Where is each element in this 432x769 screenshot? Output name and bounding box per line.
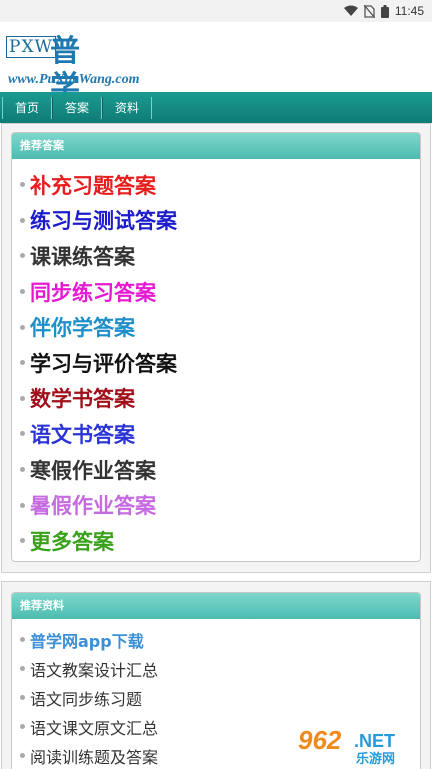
- list-item[interactable]: 寒假作业答案: [12, 452, 420, 488]
- logo-badge: PXW: [6, 36, 57, 58]
- list-item[interactable]: 同步练习答案: [12, 274, 420, 310]
- answers-list: 补充习题答案 练习与测试答案 课课练答案同步练习答案 伴你学答案学习与评价答案 数学书答…: [12, 159, 420, 559]
- bullet-icon: [20, 637, 25, 642]
- list-item-link[interactable]: 普学网app下载: [30, 628, 144, 652]
- bullet-icon: [20, 502, 25, 508]
- answers-panel: 推荐答案 补充习题答案 练习与测试答案 课课练答案同步练习答案 伴你学答案学习与评价答…: [1, 123, 431, 573]
- answers-title: 推荐答案: [12, 133, 420, 159]
- list-item[interactable]: 练习与测试答案: [12, 203, 420, 239]
- watermark-logo: 962 .NET 乐游网: [298, 725, 395, 765]
- battery-icon: [380, 4, 389, 18]
- answers-box: 推荐答案 补充习题答案 练习与测试答案 课课练答案同步练习答案 伴你学答案学习与评价答…: [11, 132, 421, 562]
- watermark-net: .NET: [354, 731, 395, 751]
- list-item-link[interactable]: 伴你学答案: [30, 312, 135, 342]
- bullet-icon: [20, 360, 25, 366]
- list-item-link[interactable]: 补充习题答案: [30, 170, 156, 200]
- bullet-icon: [20, 182, 25, 188]
- resources-title: 推荐资料: [12, 593, 420, 619]
- bullet-icon: [20, 753, 25, 758]
- list-item-link[interactable]: 寒假作业答案: [30, 455, 156, 485]
- list-item[interactable]: 暑假作业答案: [12, 487, 420, 523]
- list-item-link[interactable]: 课课练答案: [30, 241, 135, 271]
- wifi-icon: [343, 5, 358, 16]
- bullet-icon: [20, 467, 25, 473]
- list-item-link[interactable]: 暑假作业答案: [30, 490, 156, 520]
- list-item[interactable]: 学习与评价答案: [12, 345, 420, 381]
- no-sim-icon: [363, 4, 375, 18]
- list-item-link[interactable]: 学习与评价答案: [30, 348, 177, 378]
- list-item[interactable]: 普学网app下载: [12, 625, 420, 654]
- list-item-link[interactable]: 同步练习答案: [30, 277, 156, 307]
- bullet-icon: [20, 666, 25, 671]
- list-item-link[interactable]: 语文同步练习题: [30, 686, 142, 710]
- bullet-icon: [20, 695, 25, 700]
- list-item-link[interactable]: 语文课文原文汇总: [30, 715, 158, 739]
- list-item-link[interactable]: 更多答案: [30, 526, 114, 556]
- status-bar: 11:45: [0, 0, 432, 22]
- list-item-link[interactable]: 数学书答案: [30, 383, 135, 413]
- nav-item-home[interactable]: 首页: [2, 96, 53, 119]
- watermark-cn: 乐游网: [356, 751, 395, 765]
- bullet-icon: [20, 431, 25, 437]
- watermark-number: 962: [298, 725, 342, 755]
- list-item-link[interactable]: 语文书答案: [30, 419, 135, 449]
- logo[interactable]: PXW 普学网 www.PuXueWang.com: [6, 30, 139, 141]
- list-item[interactable]: 数学书答案: [12, 381, 420, 417]
- main-nav: 首页 答案 资料: [0, 92, 432, 123]
- clock: 11:45: [394, 4, 424, 18]
- nav-item-resources[interactable]: 资料: [102, 96, 153, 119]
- bullet-icon: [20, 289, 25, 295]
- list-item[interactable]: 语文书答案: [12, 416, 420, 452]
- site-header: PXW 普学网 www.PuXueWang.com: [0, 22, 432, 141]
- bullet-icon: [20, 724, 25, 729]
- bullet-icon: [20, 324, 25, 330]
- logo-url: www.PuXueWang.com: [8, 72, 140, 87]
- list-item[interactable]: 更多答案: [12, 523, 420, 559]
- list-item[interactable]: 语文教案设计汇总: [12, 654, 420, 683]
- list-item-link[interactable]: 阅读训练题及答案: [30, 744, 158, 768]
- nav-item-answers[interactable]: 答案: [52, 96, 103, 119]
- bullet-icon: [20, 538, 25, 544]
- bullet-icon: [20, 395, 25, 401]
- list-item-link[interactable]: 练习与测试答案: [30, 205, 177, 235]
- list-item[interactable]: 课课练答案: [12, 238, 420, 274]
- list-item-link[interactable]: 语文教案设计汇总: [30, 657, 158, 681]
- list-item[interactable]: 补充习题答案: [12, 167, 420, 203]
- bullet-icon: [20, 253, 25, 259]
- bullet-icon: [20, 217, 25, 223]
- list-item[interactable]: 伴你学答案: [12, 309, 420, 345]
- list-item[interactable]: 语文同步练习题: [12, 683, 420, 712]
